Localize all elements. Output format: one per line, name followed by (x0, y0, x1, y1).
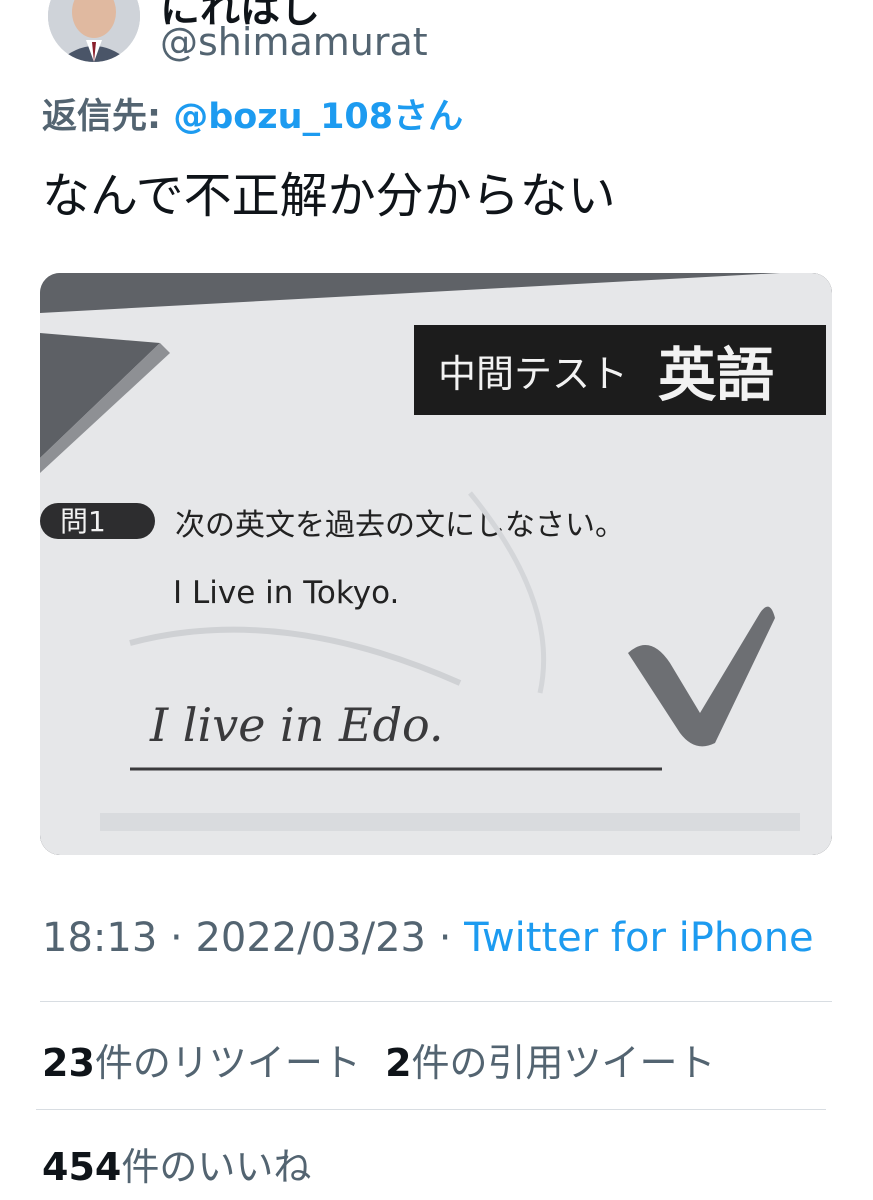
tweet-media-photo[interactable]: 中間テスト 英語 問1 次の英文を過去の文にしなさい。 I Live in To… (40, 273, 832, 855)
tweet-stats: 23件のリツイート 2件の引用ツイート (42, 1032, 716, 1087)
quotes-label: 件の引用ツイート (411, 1041, 716, 1085)
likes-count: 454 (42, 1145, 122, 1189)
meta-separator: · (157, 915, 196, 961)
reply-to-link[interactable]: @bozu_108さん (173, 97, 463, 137)
quotes-stat[interactable]: 2件の引用ツイート (385, 1041, 715, 1085)
question-badge: 問1 (60, 505, 106, 538)
quotes-count: 2 (385, 1041, 412, 1085)
tweet-source-link[interactable]: Twitter for iPhone (464, 915, 814, 961)
reply-prefix: 返信先: (42, 97, 174, 137)
tweet-time: 18:13 (42, 915, 158, 961)
tweet-timestamp[interactable]: 18:13 · 2022/03/23 · Twitter for iPhone (42, 915, 814, 961)
tweet-text: なんで不正解か分からない (42, 168, 616, 224)
likes-label: 件のいいね (121, 1145, 312, 1189)
test-header-small: 中間テスト (438, 352, 628, 396)
user-handle[interactable]: @shimamurat (160, 20, 428, 64)
retweets-count: 23 (42, 1041, 95, 1085)
retweets-label: 件のリツイート (94, 1041, 361, 1085)
handwritten-answer: I live in Edo. (149, 698, 444, 752)
tweet-date: 2022/03/23 (195, 915, 426, 961)
prompt-sentence: I Live in Tokyo. (173, 575, 399, 611)
test-header-large: 英語 (658, 341, 774, 409)
divider (36, 1109, 826, 1110)
divider (40, 1001, 832, 1002)
meta-separator: · (425, 915, 465, 961)
question-instruction: 次の英文を過去の文にしなさい。 (175, 508, 625, 543)
retweets-stat[interactable]: 23件のリツイート (42, 1041, 361, 1085)
avatar-photo (48, 0, 140, 62)
avatar[interactable] (48, 0, 140, 62)
likes-stat[interactable]: 454件のいいね (42, 1136, 311, 1191)
reply-context: 返信先: @bozu_108さん (42, 88, 463, 139)
